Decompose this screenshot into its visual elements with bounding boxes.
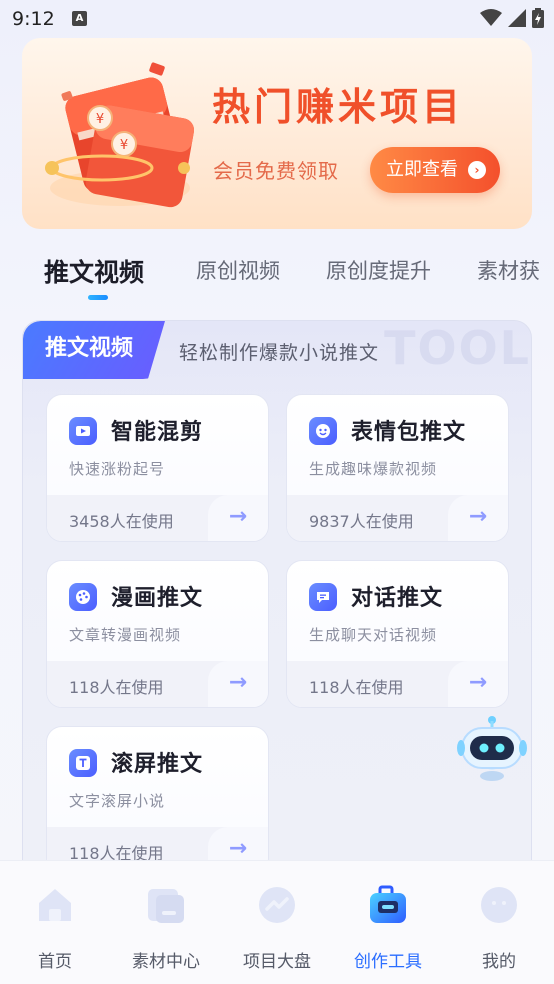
tab-originality-boost[interactable]: 原创度提升	[326, 255, 431, 285]
arrow-right-icon[interactable]: →	[448, 661, 508, 707]
signal-icon	[508, 9, 526, 27]
banner-title: 热门赚米项目	[212, 85, 465, 129]
status-time: 9:12	[12, 8, 55, 30]
battery-icon	[532, 8, 544, 28]
tool-usage-count: 9837人在使用	[309, 512, 414, 531]
palette-icon	[69, 583, 97, 611]
nav-label: 素材中心	[132, 952, 200, 972]
nav-creation-tools[interactable]: 创作工具	[343, 883, 433, 972]
tool-footer: 118人在使用 →	[287, 661, 508, 707]
view-now-button[interactable]: 立即查看 ›	[370, 147, 500, 193]
tool-description: 生成聊天对话视频	[309, 626, 438, 644]
red-envelope-illustration: ¥ ¥	[45, 62, 195, 208]
tool-card-emoji-tweet[interactable]: 表情包推文 生成趣味爆款视频 9837人在使用 →	[286, 394, 509, 542]
section-watermark: TOOL	[384, 321, 531, 375]
section-subtitle: 轻松制作爆款小说推文	[179, 342, 380, 364]
tool-card-scroll-tweet[interactable]: 滚屏推文 文字滚屏小说 118人在使用 →	[46, 726, 269, 874]
notification-icon: A	[72, 11, 87, 26]
nav-label: 首页	[38, 952, 72, 972]
folder-icon	[148, 889, 184, 923]
tool-footer: 118人在使用 →	[47, 661, 268, 707]
nav-project-board[interactable]: 项目大盘	[232, 883, 322, 972]
video-play-icon	[69, 417, 97, 445]
chat-icon	[309, 583, 337, 611]
tool-title: 漫画推文	[111, 586, 204, 611]
chevron-right-icon: ›	[468, 161, 486, 179]
emoji-icon	[309, 417, 337, 445]
tab-materials[interactable]: 素材获	[477, 255, 540, 285]
banner-subtitle: 会员免费领取	[213, 159, 339, 183]
tool-title: 滚屏推文	[111, 752, 204, 777]
trend-icon	[259, 887, 295, 923]
toolbox-icon	[370, 885, 406, 923]
tool-title: 表情包推文	[351, 420, 467, 445]
tools-section: TOOL 推文视频 轻松制作爆款小说推文 智能混剪 快速涨粉起号 3458人在使…	[22, 320, 532, 880]
wifi-icon	[480, 9, 502, 26]
status-bar: 9:12 A	[0, 0, 554, 38]
nav-label: 创作工具	[354, 952, 422, 972]
tool-description: 文字滚屏小说	[69, 792, 166, 810]
nav-home[interactable]: 首页	[10, 883, 100, 972]
nav-materials[interactable]: 素材中心	[121, 883, 211, 972]
arrow-right-icon[interactable]: →	[448, 495, 508, 541]
svg-text:¥: ¥	[120, 138, 128, 153]
tool-usage-count: 118人在使用	[309, 678, 404, 697]
robot-assistant-icon[interactable]	[456, 712, 528, 784]
tool-description: 快速涨粉起号	[69, 460, 166, 478]
nav-label: 我的	[482, 952, 516, 972]
tab-original-video[interactable]: 原创视频	[196, 255, 280, 285]
svg-text:¥: ¥	[96, 112, 104, 127]
view-now-label: 立即查看	[386, 159, 458, 180]
tool-title: 对话推文	[351, 586, 444, 611]
section-badge: 推文视频	[23, 321, 165, 379]
tool-footer: 9837人在使用 →	[287, 495, 508, 541]
tab-active-indicator	[88, 295, 108, 300]
arrow-right-icon[interactable]: →	[208, 661, 268, 707]
category-tabs: 推文视频 原创视频 原创度提升 素材获	[0, 255, 554, 305]
system-icons	[480, 8, 544, 28]
tab-tweet-video[interactable]: 推文视频	[44, 255, 144, 289]
tool-title: 智能混剪	[111, 420, 204, 445]
tool-card-comic-tweet[interactable]: 漫画推文 文章转漫画视频 118人在使用 →	[46, 560, 269, 708]
tool-usage-count: 118人在使用	[69, 678, 164, 697]
arrow-right-icon[interactable]: →	[208, 495, 268, 541]
nav-profile[interactable]: 我的	[454, 883, 544, 972]
promo-banner[interactable]: ¥ ¥ 热门赚米项目 会员免费领取 立即查看 ›	[22, 38, 532, 229]
bottom-navigation: 首页 素材中心 项目大盘 创作工具 我的	[0, 860, 554, 984]
tool-description: 生成趣味爆款视频	[309, 460, 438, 478]
home-icon	[39, 889, 71, 921]
nav-label: 项目大盘	[243, 952, 311, 972]
tool-card-dialogue-tweet[interactable]: 对话推文 生成聊天对话视频 118人在使用 →	[286, 560, 509, 708]
profile-icon	[481, 887, 517, 923]
tool-footer: 3458人在使用 →	[47, 495, 268, 541]
tool-description: 文章转漫画视频	[69, 626, 182, 644]
text-icon	[69, 749, 97, 777]
tool-usage-count: 3458人在使用	[69, 512, 174, 531]
tool-card-smart-mix[interactable]: 智能混剪 快速涨粉起号 3458人在使用 →	[46, 394, 269, 542]
